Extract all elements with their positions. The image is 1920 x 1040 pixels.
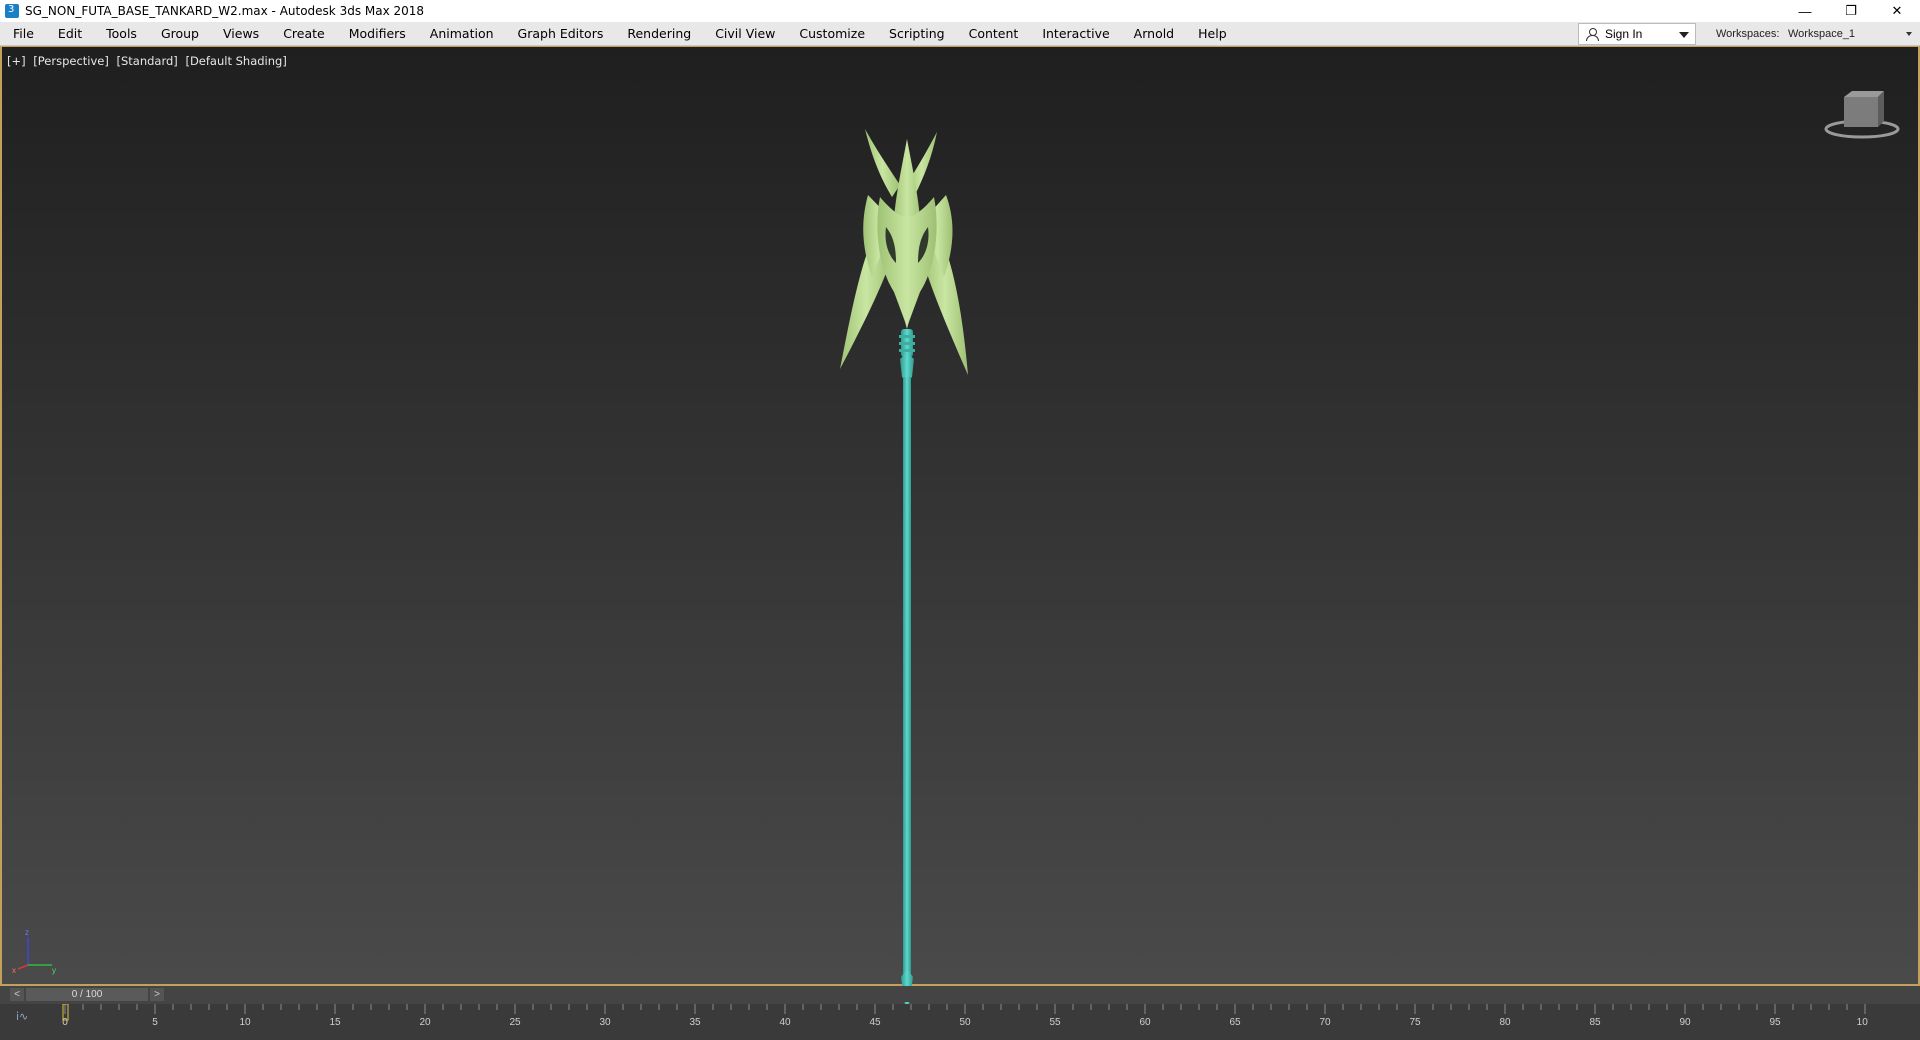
frame-tick-label: 30	[599, 1017, 611, 1028]
frame-tick-label: 20	[419, 1017, 431, 1028]
menu-animation[interactable]: Animation	[418, 22, 506, 46]
menu-edit[interactable]: Edit	[46, 22, 94, 46]
menu-tools[interactable]: Tools	[94, 22, 149, 46]
time-slider[interactable]: 0 / 100	[26, 988, 148, 1001]
frame-tick-label: 70	[1319, 1017, 1331, 1028]
frame-tick-label: 25	[509, 1017, 521, 1028]
frame-tick-label: 10	[239, 1017, 251, 1028]
menu-rendering[interactable]: Rendering	[615, 22, 703, 46]
menu-bar: File Edit Tools Group Views Create Modif…	[0, 22, 1920, 46]
frame-tick-label: 75	[1409, 1017, 1421, 1028]
time-prev-button[interactable]: <	[10, 988, 24, 1001]
menu-graph-editors[interactable]: Graph Editors	[506, 22, 616, 46]
menu-help[interactable]: Help	[1186, 22, 1239, 46]
frame-tick-label: 80	[1499, 1017, 1511, 1028]
frame-tick-label: 90	[1679, 1017, 1691, 1028]
viewport-point-of-view[interactable]: [Perspective]	[33, 54, 109, 68]
viewport-label: [+] [Perspective] [Standard] [Default Sh…	[7, 54, 291, 68]
frame-tick-label: 35	[689, 1017, 701, 1028]
menu-arnold[interactable]: Arnold	[1122, 22, 1186, 46]
menu-modifiers[interactable]: Modifiers	[337, 22, 418, 46]
app-icon	[5, 4, 19, 18]
frame-tick-label: 40	[779, 1017, 791, 1028]
sign-in-dropdown[interactable]: Sign In	[1578, 23, 1696, 45]
axis-gizmo: z x y	[12, 928, 56, 975]
time-slider-bar: < 0 / 100 >	[0, 986, 1920, 1002]
viewcube[interactable]	[1822, 83, 1902, 143]
caret-down-icon	[1906, 32, 1912, 36]
spear-model[interactable]	[822, 77, 992, 1007]
menu-group[interactable]: Group	[149, 22, 211, 46]
frame-tick-label: 45	[869, 1017, 881, 1028]
axis-y-label: y	[52, 966, 56, 975]
axis-x-label: x	[12, 966, 16, 975]
user-icon	[1585, 27, 1599, 41]
workspace-select[interactable]: Workspace_1	[1784, 23, 1918, 45]
window-controls: — ❐ ✕	[1782, 0, 1920, 22]
workspaces-label: Workspaces:	[1716, 28, 1780, 40]
sign-in-label: Sign In	[1605, 27, 1643, 41]
frame-tick-label: 65	[1229, 1017, 1241, 1028]
frame-tick-label: 55	[1049, 1017, 1061, 1028]
frame-tick-label: 15	[329, 1017, 341, 1028]
menu-scripting[interactable]: Scripting	[877, 22, 957, 46]
curve-editor-icon[interactable]: ⅰ∿	[16, 1010, 44, 1026]
frame-tick-label: 85	[1589, 1017, 1601, 1028]
menu-views[interactable]: Views	[211, 22, 271, 46]
title-bar: SG_NON_FUTA_BASE_TANKARD_W2.max - Autode…	[0, 0, 1920, 22]
frame-tick-label: 60	[1139, 1017, 1151, 1028]
axis-z-label: z	[25, 928, 29, 937]
caret-down-icon	[1679, 32, 1689, 38]
menu-content[interactable]: Content	[957, 22, 1031, 46]
minimize-button[interactable]: —	[1782, 0, 1828, 22]
close-button[interactable]: ✕	[1874, 0, 1920, 22]
time-next-button[interactable]: >	[150, 988, 164, 1001]
frame-tick-label: 95	[1769, 1017, 1781, 1028]
workspace-value: Workspace_1	[1788, 28, 1856, 40]
menu-file[interactable]: File	[0, 22, 46, 46]
track-bar[interactable]: ⅰ∿ 0 5 10 15 20 25 30 35 40 45 50 55 60 65 70 75 80 85 90 9…	[0, 1004, 1920, 1040]
frame-tick-label: 50	[959, 1017, 971, 1028]
viewport-menu-plus[interactable]: [+]	[7, 54, 26, 68]
menu-interactive[interactable]: Interactive	[1030, 22, 1121, 46]
window-title: SG_NON_FUTA_BASE_TANKARD_W2.max - Autode…	[25, 4, 425, 18]
frame-tick-label: 5	[152, 1017, 158, 1028]
menu-create[interactable]: Create	[271, 22, 337, 46]
menu-civil-view[interactable]: Civil View	[703, 22, 787, 46]
perspective-viewport[interactable]: [+] [Perspective] [Standard] [Default Sh…	[0, 46, 1920, 1007]
menu-customize[interactable]: Customize	[787, 22, 877, 46]
restore-button[interactable]: ❐	[1828, 0, 1874, 22]
frame-tick-label: 100	[1857, 1017, 1868, 1028]
frame-ruler[interactable]: 0 5 10 15 20 25 30 35 40 45 50 55 60 65 70 75 80 85 90 95 10…	[62, 1004, 1868, 1040]
viewport-standard[interactable]: [Standard]	[117, 54, 178, 68]
viewport-shading[interactable]: [Default Shading]	[185, 54, 286, 68]
